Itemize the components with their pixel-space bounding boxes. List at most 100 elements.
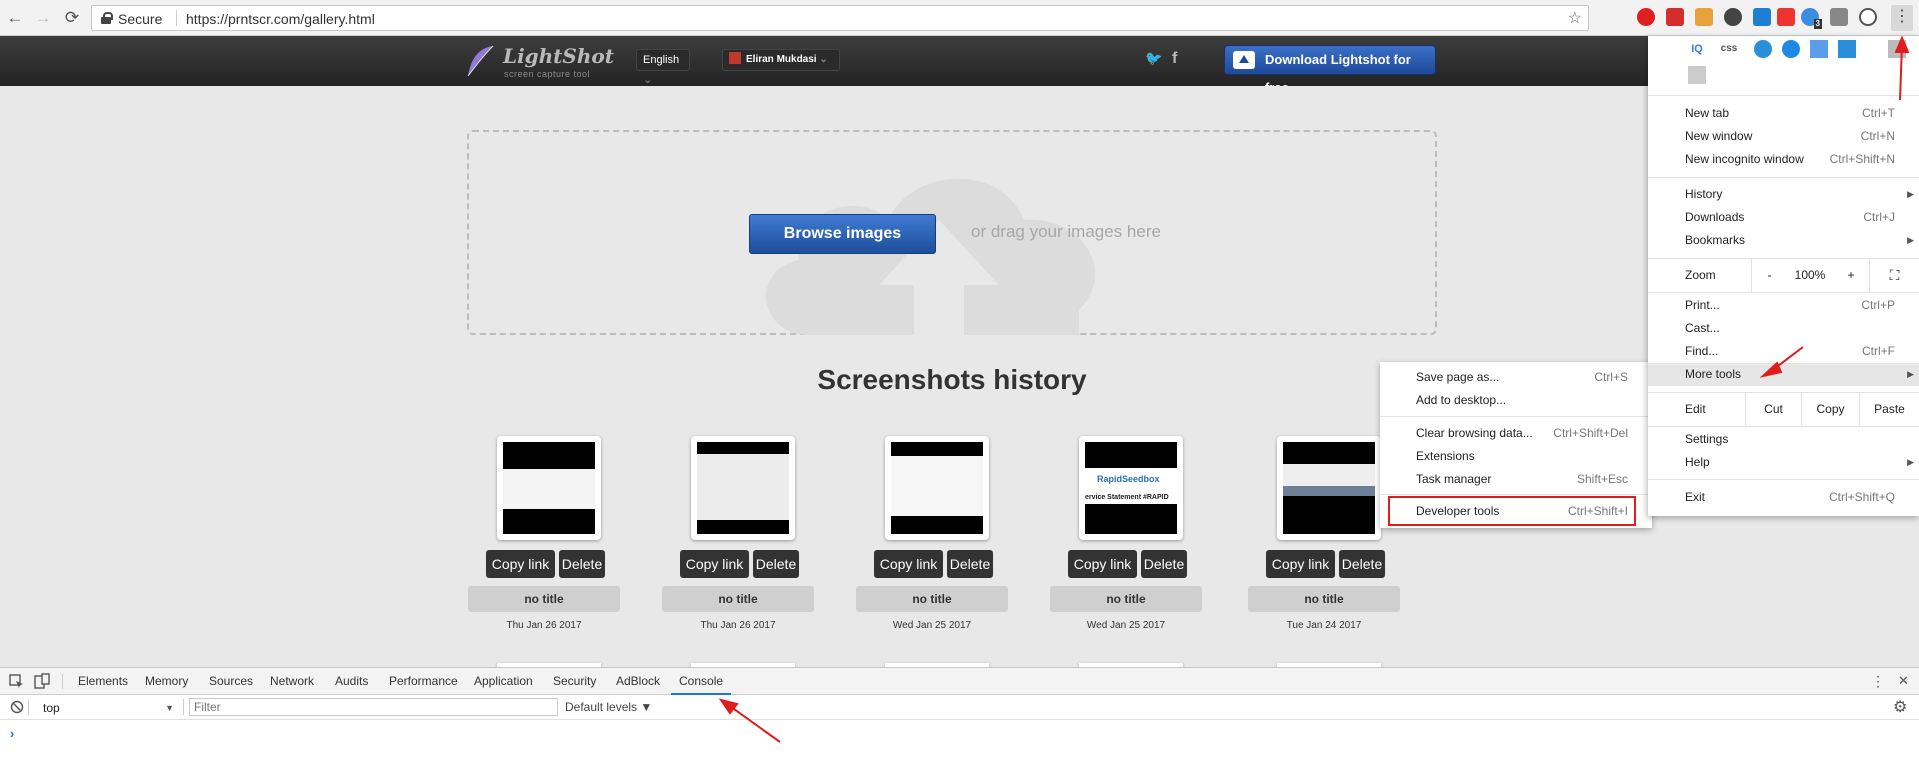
upload-dropzone[interactable]: Browse images or drag your images here [467,130,1437,335]
copy-button[interactable]: Copy [1801,392,1859,426]
menu-item-settings[interactable]: Settings [1648,428,1919,451]
tab-sources[interactable]: Sources [209,668,253,695]
clear-console-icon[interactable] [10,700,24,714]
grammarly-extension-icon[interactable] [1782,40,1800,58]
cut-button[interactable]: Cut [1745,392,1801,426]
console-filter-input[interactable] [189,698,558,716]
tab-elements[interactable]: Elements [78,668,128,695]
iq-extension-icon[interactable]: IQ [1688,40,1706,58]
vpn-extension-icon[interactable] [1859,8,1877,26]
notes-extension-icon[interactable] [1688,66,1706,84]
copy-link-button[interactable]: Copy link [1266,550,1335,578]
logo-name[interactable]: LightShot [503,44,614,68]
menu-item-add-to-desktop[interactable]: Add to desktop... [1380,389,1652,412]
menu-item-more-tools[interactable]: More tools ▶ [1648,363,1919,386]
menu-item-cast[interactable]: Cast... [1648,317,1919,340]
css-extension-icon[interactable]: css [1720,40,1738,58]
tab-performance[interactable]: Performance [389,668,458,695]
menu-item-new-tab[interactable]: New tab Ctrl+T [1648,102,1919,125]
zoom-level: 100% [1794,268,1826,282]
copy-link-button[interactable]: Copy link [680,550,749,578]
evernote-extension-icon[interactable] [1724,8,1742,26]
language-select[interactable]: English ⌄ [636,49,690,86]
delete-button[interactable]: Delete [753,550,799,578]
facebook-icon[interactable]: f [1172,50,1177,68]
context-select[interactable]: top ▼ [34,698,179,716]
screenshot-thumbnail[interactable] [885,436,989,540]
menu-item-bookmarks[interactable]: Bookmarks ▶ [1648,229,1919,252]
tab-audits[interactable]: Audits [335,668,368,695]
menu-item-clear-browsing-data[interactable]: Clear browsing data... Ctrl+Shift+Del [1380,422,1652,445]
delete-button[interactable]: Delete [1141,550,1187,578]
profile-extension-icon[interactable]: 3 [1801,8,1822,29]
menu-item-downloads[interactable]: Downloads Ctrl+J [1648,206,1919,229]
devtools-more-icon[interactable]: ⋮ [1871,673,1885,690]
gear-icon[interactable]: ⚙ [1893,697,1907,717]
delete-button[interactable]: Delete [1339,550,1385,578]
tab-memory[interactable]: Memory [145,668,188,695]
browse-images-button[interactable]: Browse images [749,214,936,254]
menu-item-extensions[interactable]: Extensions [1380,445,1652,468]
inspect-element-icon[interactable] [9,674,24,689]
zoom-in-button[interactable]: + [1833,258,1869,292]
chrome-menu-button[interactable]: ⋮ [1891,5,1913,31]
screenshot-title[interactable]: no title [468,586,620,612]
user-menu[interactable]: Eliran Mukdasi ⌄ [722,49,840,71]
back-button[interactable]: ← [4,7,26,29]
menu-item-new-window[interactable]: New window Ctrl+N [1648,125,1919,148]
twitter-icon[interactable]: 🐦 [1145,50,1162,67]
download-lightshot-button[interactable]: Download Lightshot for free [1224,45,1436,95]
screenshot-thumbnail[interactable]: RapidSeedbox ervice Statement #RAPID [1079,436,1183,540]
tab-security[interactable]: Security [553,668,596,695]
zoom-out-button[interactable]: - [1751,258,1787,292]
menu-item-find[interactable]: Find... Ctrl+F [1648,340,1919,363]
copy-link-button[interactable]: Copy link [1068,550,1137,578]
chevron-right-icon: ▶ [1907,457,1914,467]
tab-console[interactable]: Console [671,668,731,695]
url-text[interactable]: https://prntscr.com/gallery.html [186,11,375,27]
video-extension-icon[interactable] [1838,40,1856,58]
device-toolbar-icon[interactable] [34,673,50,689]
screenshot-thumbnail[interactable] [497,436,601,540]
menu-item-history[interactable]: History ▶ [1648,183,1919,206]
notification-extension-icon[interactable] [1777,8,1795,26]
red-extension-icon[interactable] [1666,8,1684,26]
address-bar[interactable]: Secure https://prntscr.com/gallery.html … [91,5,1589,31]
log-levels-select[interactable]: Default levels ▼ [565,700,652,714]
forward-button[interactable]: → [32,7,54,29]
tab-application[interactable]: Application [474,668,533,695]
screenshot-title[interactable]: no title [1050,586,1202,612]
delete-button[interactable]: Delete [947,550,993,578]
puzzle-extension-icon[interactable] [1830,8,1848,26]
grid-extension-icon[interactable] [1888,40,1906,58]
blue-extension-icon[interactable] [1754,40,1772,58]
menu-item-new-incognito[interactable]: New incognito window Ctrl+Shift+N [1648,148,1919,171]
console-prompt[interactable]: › [10,726,14,741]
opera-extension-icon[interactable] [1637,8,1655,26]
screenshot-title[interactable]: no title [662,586,814,612]
delete-button[interactable]: Delete [559,550,605,578]
tab-adblock[interactable]: AdBlock [616,668,660,695]
paste-button[interactable]: Paste [1859,392,1919,426]
screenshot-extension-icon[interactable] [1753,8,1771,26]
screenshot-thumbnail[interactable] [1277,436,1381,540]
fullscreen-icon[interactable]: ⛶ [1869,258,1919,292]
copy-link-button[interactable]: Copy link [486,550,555,578]
menu-item-task-manager[interactable]: Task manager Shift+Esc [1380,468,1652,491]
screenshot-title[interactable]: no title [1248,586,1400,612]
caret-down-icon: ▼ [165,703,174,713]
face-extension-icon[interactable] [1695,8,1713,26]
menu-item-print[interactable]: Print... Ctrl+P [1648,294,1919,317]
close-icon[interactable]: ✕ [1898,673,1909,689]
bookmark-star-icon[interactable]: ☆ [1568,8,1582,28]
menu-item-save-page[interactable]: Save page as... Ctrl+S [1380,366,1652,389]
tab-network[interactable]: Network [270,668,314,695]
translate-extension-icon[interactable] [1810,40,1828,58]
screenshot-title[interactable]: no title [856,586,1008,612]
menu-item-help[interactable]: Help ▶ [1648,451,1919,474]
copy-link-button[interactable]: Copy link [874,550,943,578]
menu-item-exit[interactable]: Exit Ctrl+Shift+Q [1648,486,1919,509]
lock-icon [101,12,113,24]
reload-button[interactable]: ⟳ [61,7,83,29]
screenshot-thumbnail[interactable] [691,436,795,540]
